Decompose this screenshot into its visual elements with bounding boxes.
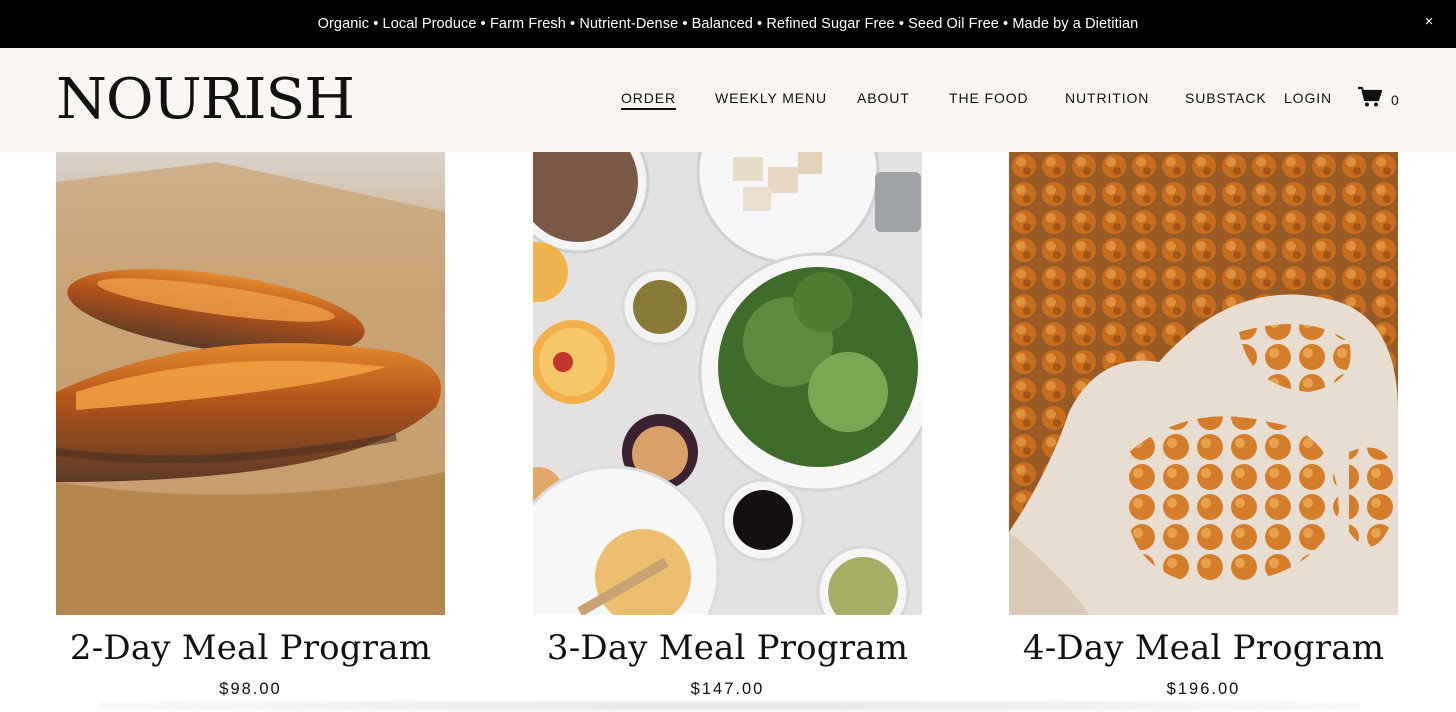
product-price: $196.00 [1166,680,1241,698]
nav-order[interactable]: ORDER [621,90,677,110]
nav-the-food[interactable]: THE FOOD [949,90,1029,106]
product-title[interactable]: 2-Day Meal Program [36,628,465,668]
product-title[interactable]: 4-Day Meal Program [989,628,1418,668]
close-icon[interactable]: × [1420,13,1438,31]
product-price: $98.00 [219,680,282,698]
salad-ingredients-image[interactable] [533,152,922,615]
announcement-text: Organic • Local Produce • Farm Fresh • N… [317,16,1139,32]
product-title[interactable]: 3-Day Meal Program [513,628,942,668]
cart-count: 0 [1391,91,1400,108]
nav-substack[interactable]: SUBSTACK [1185,90,1267,106]
roasted-chickpeas-image[interactable] [1009,152,1398,615]
product-price: $147.00 [690,680,765,698]
site-logo[interactable]: NOURISH [56,70,355,130]
sweet-potato-image[interactable] [56,152,445,615]
nav-nutrition[interactable]: NUTRITION [1065,90,1149,106]
nav-weekly-menu[interactable]: WEEKLY MENU [715,90,827,106]
site-header: NOURISH ORDER WEEKLY MENU ABOUT THE FOOD… [0,48,1456,152]
cart-button[interactable]: 0 [1357,86,1399,113]
cart-icon [1357,86,1383,113]
bottom-shadow [100,700,1360,712]
announcement-bar: Organic • Local Produce • Farm Fresh • N… [0,0,1456,48]
nav-about[interactable]: ABOUT [857,90,910,106]
login-link[interactable]: LOGIN [1284,90,1332,106]
